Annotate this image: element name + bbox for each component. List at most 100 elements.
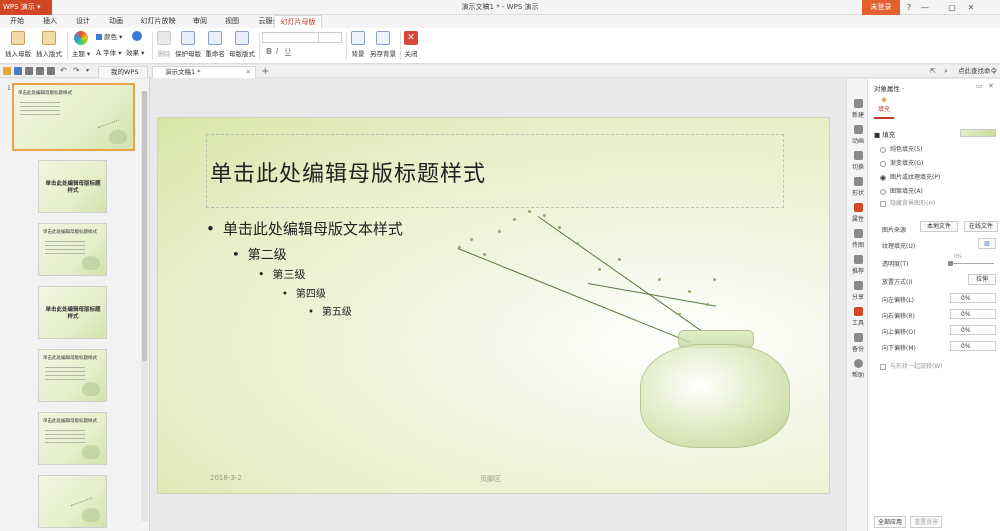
slide-master-preview[interactable]: 单击此处编辑母版标题样式 • 单击此处编辑母版文本样式 • 第二级 • 第三级 • 第四… bbox=[157, 117, 830, 494]
find-command-input[interactable]: 点此查找命令 bbox=[958, 65, 997, 78]
texture-picker-button[interactable]: ▨ bbox=[978, 238, 996, 249]
tab-insert[interactable]: 插入 bbox=[36, 15, 64, 28]
search-icon[interactable]: ⌕ bbox=[944, 67, 952, 75]
open-icon[interactable] bbox=[3, 67, 11, 75]
thumbnail-layout[interactable]: 单击此处编辑母版标题样式 bbox=[38, 412, 107, 465]
side-tool-transition[interactable]: 切换 bbox=[847, 151, 869, 171]
text-level-4[interactable]: • 第四级 bbox=[282, 285, 326, 300]
italic-button[interactable]: I bbox=[276, 47, 278, 56]
maximize-icon[interactable]: □ bbox=[945, 0, 959, 15]
tab-slide-master[interactable]: 幻灯片母版 bbox=[274, 15, 322, 28]
app-menu-button[interactable]: WPS 演示 ▾ bbox=[0, 0, 52, 15]
underline-button[interactable]: U bbox=[285, 47, 291, 56]
close-master-button[interactable]: ✕ 关闭 bbox=[402, 31, 420, 58]
master-layout-button[interactable]: 母版版式 bbox=[228, 31, 256, 58]
pin-icon[interactable]: ⇱ bbox=[930, 67, 938, 75]
tab-view[interactable]: 视图 bbox=[218, 15, 246, 28]
save-background-button[interactable]: 另存背景 bbox=[369, 31, 397, 58]
print-icon[interactable] bbox=[25, 67, 33, 75]
offset-left-input[interactable]: 0% bbox=[950, 293, 996, 303]
thumbnail-layout[interactable]: 单击此处编辑母版标题样式 bbox=[38, 160, 107, 213]
side-tool-recommend[interactable]: 推荐 bbox=[847, 255, 869, 275]
panel-options-icon[interactable]: ▭ bbox=[976, 82, 983, 90]
protect-master-button[interactable]: 保护母版 bbox=[174, 31, 202, 58]
text-level-1[interactable]: • 单击此处编辑母版文本样式 bbox=[206, 218, 403, 239]
radio-solid-fill[interactable]: 纯色填充(S) bbox=[880, 144, 923, 153]
tab-review[interactable]: 审阅 bbox=[186, 15, 214, 28]
apply-all-button[interactable]: 全部应用 bbox=[874, 516, 907, 528]
save-icon[interactable] bbox=[14, 67, 22, 75]
redo-icon[interactable]: ↷ bbox=[73, 67, 81, 75]
tab-home[interactable]: 开始 bbox=[2, 15, 32, 28]
thumbnail-layout[interactable]: 单击此处编辑母版标题样式 bbox=[38, 223, 107, 276]
delete-button[interactable]: 删除 bbox=[154, 31, 174, 58]
fonts-button[interactable]: A 字体 ▾ bbox=[96, 47, 126, 57]
side-tool-share[interactable]: 分享 bbox=[847, 281, 869, 301]
side-tool-new[interactable]: 新建 bbox=[847, 99, 869, 119]
thumbnail-layout[interactable]: 单击此处编辑母版标题样式 bbox=[38, 349, 107, 402]
undo-icon[interactable]: ↶ bbox=[60, 67, 68, 75]
rotate-with-shape-checkbox[interactable]: 与形状一起旋转(W) bbox=[880, 361, 943, 370]
radio-pattern-fill[interactable]: 图案填充(A) bbox=[880, 186, 923, 195]
font-size-select[interactable] bbox=[318, 32, 342, 43]
help-icon[interactable]: ? bbox=[902, 0, 916, 15]
tab-slideshow[interactable]: 幻灯片放映 bbox=[134, 15, 182, 28]
radio-gradient-fill[interactable]: 渐变填充(G) bbox=[880, 158, 923, 167]
customize-icon[interactable]: ▾ bbox=[86, 67, 94, 75]
preview-icon[interactable] bbox=[36, 67, 44, 75]
thumbnail-layout[interactable]: 单击此处编辑母版标题样式 bbox=[38, 286, 107, 339]
transparency-slider[interactable] bbox=[948, 263, 994, 264]
offset-bottom-input[interactable]: 0% bbox=[950, 341, 996, 351]
panel-close-icon[interactable]: ✕ bbox=[988, 82, 994, 90]
effects-button[interactable]: 效果 ▾ bbox=[126, 47, 154, 57]
export-icon[interactable] bbox=[47, 67, 55, 75]
offset-right-input[interactable]: 0% bbox=[950, 309, 996, 319]
insert-master-button[interactable]: 插入母版 bbox=[3, 31, 33, 58]
slide-title[interactable]: 单击此处编辑母版标题样式 bbox=[210, 156, 486, 188]
thumbnail-scrollbar[interactable] bbox=[141, 91, 148, 521]
online-file-button[interactable]: 在线文件 bbox=[964, 221, 998, 232]
text-level-3[interactable]: • 第三级 bbox=[258, 266, 306, 282]
tab-design[interactable]: 设计 bbox=[69, 15, 97, 28]
fill-section-header[interactable]: ■ 填充 bbox=[874, 129, 895, 139]
panel-title[interactable]: 对象属性 · bbox=[874, 83, 904, 93]
side-tool-backup[interactable]: 备份 bbox=[847, 333, 869, 353]
fill-preview-swatch[interactable] bbox=[960, 129, 996, 137]
bold-button[interactable]: B bbox=[266, 47, 272, 56]
radio-picture-fill[interactable]: 图片或纹理填充(P) bbox=[880, 172, 940, 181]
hide-bg-checkbox[interactable]: 隐藏背景图形(H) bbox=[880, 198, 935, 207]
close-tab-icon[interactable]: ✕ bbox=[246, 67, 251, 78]
local-file-button[interactable]: 本地文件 bbox=[920, 221, 958, 232]
new-tab-icon[interactable]: + bbox=[261, 65, 269, 78]
side-tool-properties[interactable]: 属性 bbox=[847, 203, 869, 223]
placement-select[interactable]: 拉伸 bbox=[968, 274, 996, 285]
thumbnail-master[interactable]: 单击此处编辑母版标题样式 bbox=[12, 83, 135, 151]
tab-document[interactable]: 演示文稿1 * ✕ bbox=[152, 66, 256, 78]
close-icon[interactable]: ✕ bbox=[964, 0, 978, 15]
thumbnail-layout[interactable] bbox=[38, 475, 107, 528]
side-tool-help[interactable]: 帮助 bbox=[847, 359, 869, 379]
side-tool-upload-image[interactable]: 传图 bbox=[847, 229, 869, 249]
scrollbar-thumb[interactable] bbox=[142, 91, 147, 361]
background-button[interactable]: 背景 bbox=[349, 31, 367, 58]
side-tool-tools[interactable]: 工具 bbox=[847, 307, 869, 327]
theme-button[interactable]: 主题 ▾ bbox=[70, 31, 92, 58]
effects-swatch[interactable] bbox=[128, 31, 146, 44]
tab-fill[interactable]: ◈ 填充 bbox=[874, 95, 894, 119]
tab-animation[interactable]: 动画 bbox=[102, 15, 130, 28]
side-tool-animation[interactable]: 动画 bbox=[847, 125, 869, 145]
date-placeholder[interactable]: 2018-3-2 bbox=[210, 474, 242, 482]
offset-top-input[interactable]: 0% bbox=[950, 325, 996, 335]
footer-placeholder[interactable]: 页脚区 bbox=[480, 474, 501, 484]
reset-background-button[interactable]: 重置背景 bbox=[910, 516, 943, 528]
text-level-5[interactable]: • 第五级 bbox=[308, 303, 352, 318]
login-button[interactable]: 未登录 bbox=[862, 0, 900, 15]
tab-my-wps[interactable]: 我的WPS bbox=[98, 66, 148, 78]
text-level-2[interactable]: • 第二级 bbox=[232, 244, 287, 263]
transparency-slider-knob[interactable] bbox=[948, 261, 953, 266]
rename-button[interactable]: 重命名 bbox=[204, 31, 226, 58]
side-tool-shape[interactable]: 形状 bbox=[847, 177, 869, 197]
insert-layout-button[interactable]: 插入版式 bbox=[34, 31, 64, 58]
minimize-icon[interactable]: — bbox=[918, 0, 932, 15]
colors-button[interactable]: 颜色 ▾ bbox=[96, 31, 126, 41]
